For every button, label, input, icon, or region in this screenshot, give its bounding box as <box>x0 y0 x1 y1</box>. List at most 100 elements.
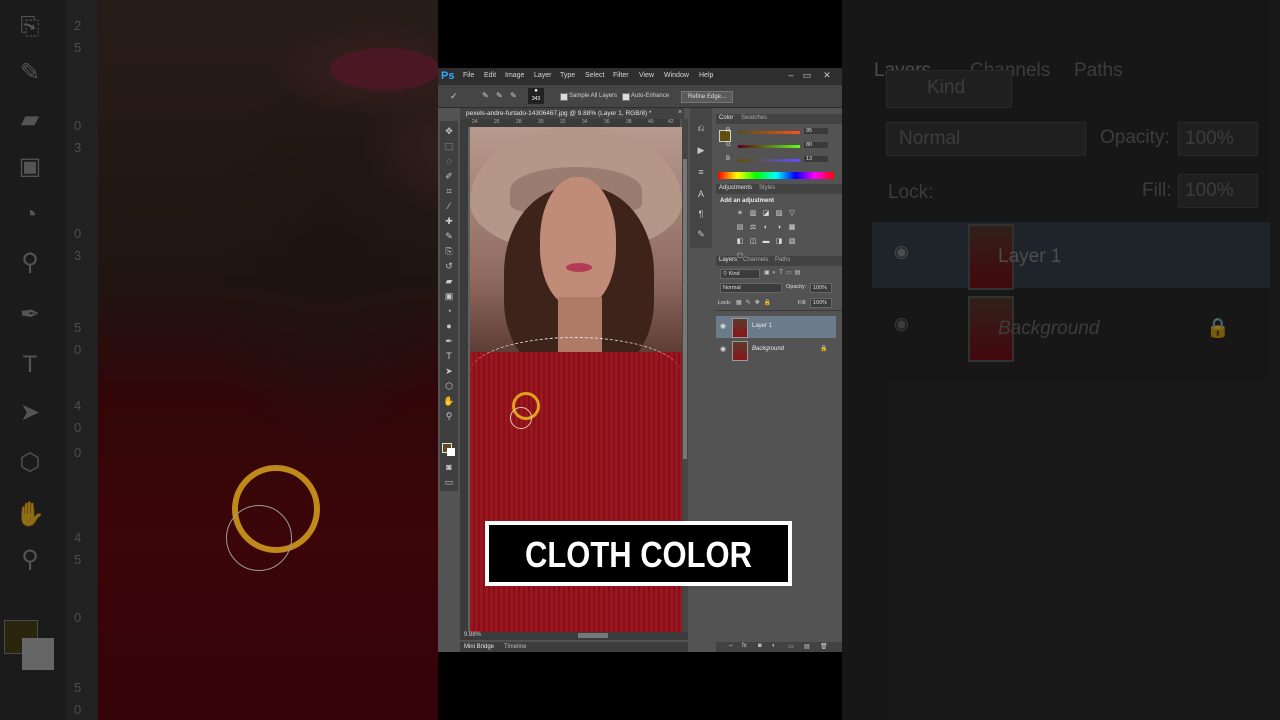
add-selection-icon[interactable]: ✎ <box>496 91 503 100</box>
adjustment-icon[interactable]: ◐ <box>762 224 770 231</box>
layer-filter-icons[interactable]: ▣◐T▭▤ <box>764 269 803 276</box>
brush-panel-icon[interactable]: ✎ <box>695 228 707 240</box>
color-spectrum-bar[interactable] <box>718 172 834 179</box>
adjustment-icon[interactable]: ◧ <box>736 238 744 245</box>
menu-help[interactable]: Help <box>699 72 713 79</box>
tab-paths[interactable]: Paths <box>772 257 793 265</box>
adjustment-icon[interactable]: ◑ <box>775 224 783 231</box>
tab-styles[interactable]: Styles <box>756 185 778 193</box>
menu-file[interactable]: File <box>463 72 474 79</box>
horizontal-scroll-thumb[interactable] <box>578 633 608 638</box>
paragraph-panel-icon[interactable]: ¶ <box>695 208 707 220</box>
sample-all-layers-checkbox[interactable] <box>560 93 568 101</box>
zoom-tool-icon[interactable]: ⚲ <box>443 410 455 422</box>
menu-window[interactable]: Window <box>664 72 689 79</box>
tab-swatches[interactable]: Swatches <box>738 115 770 123</box>
tab-channels[interactable]: Channels <box>740 257 771 265</box>
menu-layer[interactable]: Layer <box>534 72 552 79</box>
adjustment-icon[interactable]: ▬ <box>762 238 770 245</box>
fx-icon[interactable]: fx <box>742 643 747 649</box>
menu-view[interactable]: View <box>639 72 654 79</box>
adjustment-icon[interactable]: ◻ <box>736 252 744 259</box>
red-slider[interactable]: R 95 <box>726 128 828 135</box>
crop-tool-icon[interactable]: ⌗ <box>443 185 455 197</box>
tab-mini-bridge[interactable]: Mini Bridge <box>464 644 494 650</box>
refine-edge-button[interactable]: Refine Edge... <box>681 91 733 103</box>
shape-tool-icon[interactable]: ⬡ <box>443 380 455 392</box>
red-slider-track[interactable] <box>738 131 800 134</box>
green-slider[interactable]: G 80 <box>726 142 828 149</box>
menu-filter[interactable]: Filter <box>613 72 629 79</box>
quick-select-icon[interactable]: ✓ <box>450 91 458 102</box>
blue-slider-track[interactable] <box>738 159 800 162</box>
layer-row-layer1[interactable]: ◉ Layer 1 <box>716 316 836 338</box>
subtract-selection-icon[interactable]: ✎ <box>510 91 517 100</box>
trash-icon[interactable]: 🗑 <box>820 643 828 650</box>
zoom-level[interactable]: 9.88% <box>464 632 481 638</box>
adjustment-layer-icon[interactable]: ◐ <box>772 643 776 649</box>
adjustment-icon[interactable]: ☀ <box>736 210 744 217</box>
tab-color[interactable]: Color <box>716 115 736 123</box>
background-color-chip[interactable] <box>447 448 455 456</box>
document-tab[interactable]: pexels-andre-furtado-14306467.jpg @ 9.88… <box>460 108 684 119</box>
new-selection-icon[interactable]: ✎ <box>482 91 489 100</box>
menu-edit[interactable]: Edit <box>484 72 496 79</box>
healing-tool-icon[interactable]: ✚ <box>443 215 455 227</box>
red-value[interactable]: 95 <box>804 128 828 134</box>
adjustment-icon[interactable]: ▽ <box>788 210 796 217</box>
link-layers-icon[interactable]: ⇔ <box>728 643 734 649</box>
adjustment-icon[interactable]: ▤ <box>736 224 744 231</box>
layer-kind-filter[interactable]: ⚲ Kind <box>720 269 760 279</box>
auto-enhance-checkbox[interactable] <box>622 93 630 101</box>
blue-value[interactable]: 13 <box>804 156 828 162</box>
lasso-tool-icon[interactable]: ◌ <box>443 155 455 167</box>
menu-image[interactable]: Image <box>505 72 524 79</box>
eye-icon[interactable]: ◉ <box>720 346 727 353</box>
minimize-icon[interactable]: – <box>784 70 798 81</box>
adjustment-icon[interactable]: ◪ <box>762 210 770 217</box>
blend-mode-select[interactable]: Normal <box>720 283 782 293</box>
tab-timeline[interactable]: Timeline <box>504 644 526 650</box>
mask-icon[interactable]: ◙ <box>758 643 762 649</box>
character-panel-icon[interactable]: A <box>695 188 707 200</box>
stamp-tool-icon[interactable]: ⎘ <box>443 245 455 257</box>
quick-select-tool-icon[interactable]: ✐ <box>443 170 455 182</box>
adjustment-icon[interactable]: ▨ <box>775 210 783 217</box>
eye-icon[interactable]: ◉ <box>720 323 727 330</box>
green-value[interactable]: 80 <box>804 142 828 148</box>
move-tool-icon[interactable]: ✥ <box>443 125 455 137</box>
adjustment-icon[interactable]: ▥ <box>749 210 757 217</box>
blue-slider[interactable]: B 13 <box>726 156 828 163</box>
brush-tool-icon[interactable]: ✎ <box>443 230 455 242</box>
brush-size-picker[interactable]: ● 343 <box>528 88 544 104</box>
adjustment-icon[interactable]: ▧ <box>788 238 796 245</box>
lock-icons[interactable]: ▦✎✥🔒 <box>736 299 775 306</box>
close-icon[interactable]: ✕ <box>820 70 834 81</box>
document-close-icon[interactable]: × <box>678 109 682 116</box>
green-slider-track[interactable] <box>738 145 800 148</box>
eyedropper-tool-icon[interactable]: ⁄ <box>443 200 455 212</box>
adjustment-icon[interactable]: ◨ <box>775 238 783 245</box>
adjustment-icon[interactable]: ◫ <box>749 238 757 245</box>
quick-mask-icon[interactable]: ◙ <box>443 461 455 473</box>
adjustment-icon[interactable]: ⚖ <box>749 224 757 231</box>
type-tool-icon[interactable]: T <box>443 350 455 362</box>
vertical-scroll-thumb[interactable] <box>683 159 687 459</box>
properties-panel-icon[interactable]: ≡ <box>695 166 707 178</box>
tab-adjustments[interactable]: Adjustments <box>716 185 755 193</box>
path-select-tool-icon[interactable]: ➤ <box>443 365 455 377</box>
hand-tool-icon[interactable]: ✋ <box>443 395 455 407</box>
fill-field[interactable]: 100% <box>810 298 832 308</box>
blur-tool-icon[interactable]: ◔ <box>443 305 455 317</box>
maximize-icon[interactable]: ▭ <box>800 70 814 81</box>
history-panel-icon[interactable]: ⎌ <box>695 122 707 134</box>
gradient-tool-icon[interactable]: ▣ <box>443 290 455 302</box>
adjustment-icon[interactable]: ▦ <box>788 224 796 231</box>
dodge-tool-icon[interactable]: ● <box>443 320 455 332</box>
menu-type[interactable]: Type <box>560 72 575 79</box>
opacity-field[interactable]: 100% <box>810 283 832 293</box>
pen-tool-icon[interactable]: ✒ <box>443 335 455 347</box>
menu-select[interactable]: Select <box>585 72 604 79</box>
group-icon[interactable]: ▭ <box>788 643 794 650</box>
eraser-tool-icon[interactable]: ▰ <box>443 275 455 287</box>
